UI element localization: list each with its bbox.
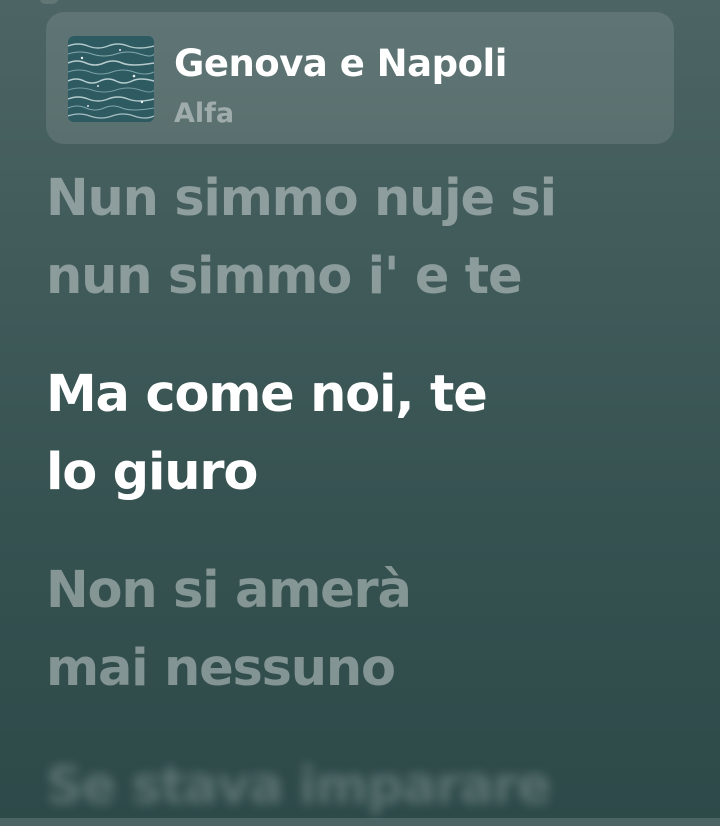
lyric-line-next[interactable]: Non si amerà mai nessuno [46,552,686,708]
lyric-text: Se stava imparare [46,757,551,816]
now-playing-card[interactable]: Genova e Napoli Alfa [46,12,674,144]
song-artist[interactable]: Alfa [174,98,234,129]
lyric-line-past[interactable]: Nun simmo nuje si nun simmo i' e te [46,160,686,316]
lyric-text: nun simmo i' e te [46,247,523,306]
lyric-text: Ma come noi, te [46,365,488,424]
song-title[interactable]: Genova e Napoli [174,42,507,85]
lyric-text: Non si amerà [46,561,412,620]
lyric-text: Nun simmo nuje si [46,169,557,228]
sea-water-artwork-icon [68,36,154,122]
lyric-line-active[interactable]: Ma come noi, te lo giuro [46,356,686,512]
lyrics-view[interactable]: Nun simmo nuje si nun simmo i' e te Ma c… [46,160,686,826]
lyric-text: mai nessuno [46,639,396,698]
lyric-text: lo giuro [46,443,258,502]
lyric-line-upcoming[interactable]: Se stava imparare [46,748,686,826]
album-artwork[interactable] [68,36,154,122]
scroll-edge-hint [40,0,58,4]
